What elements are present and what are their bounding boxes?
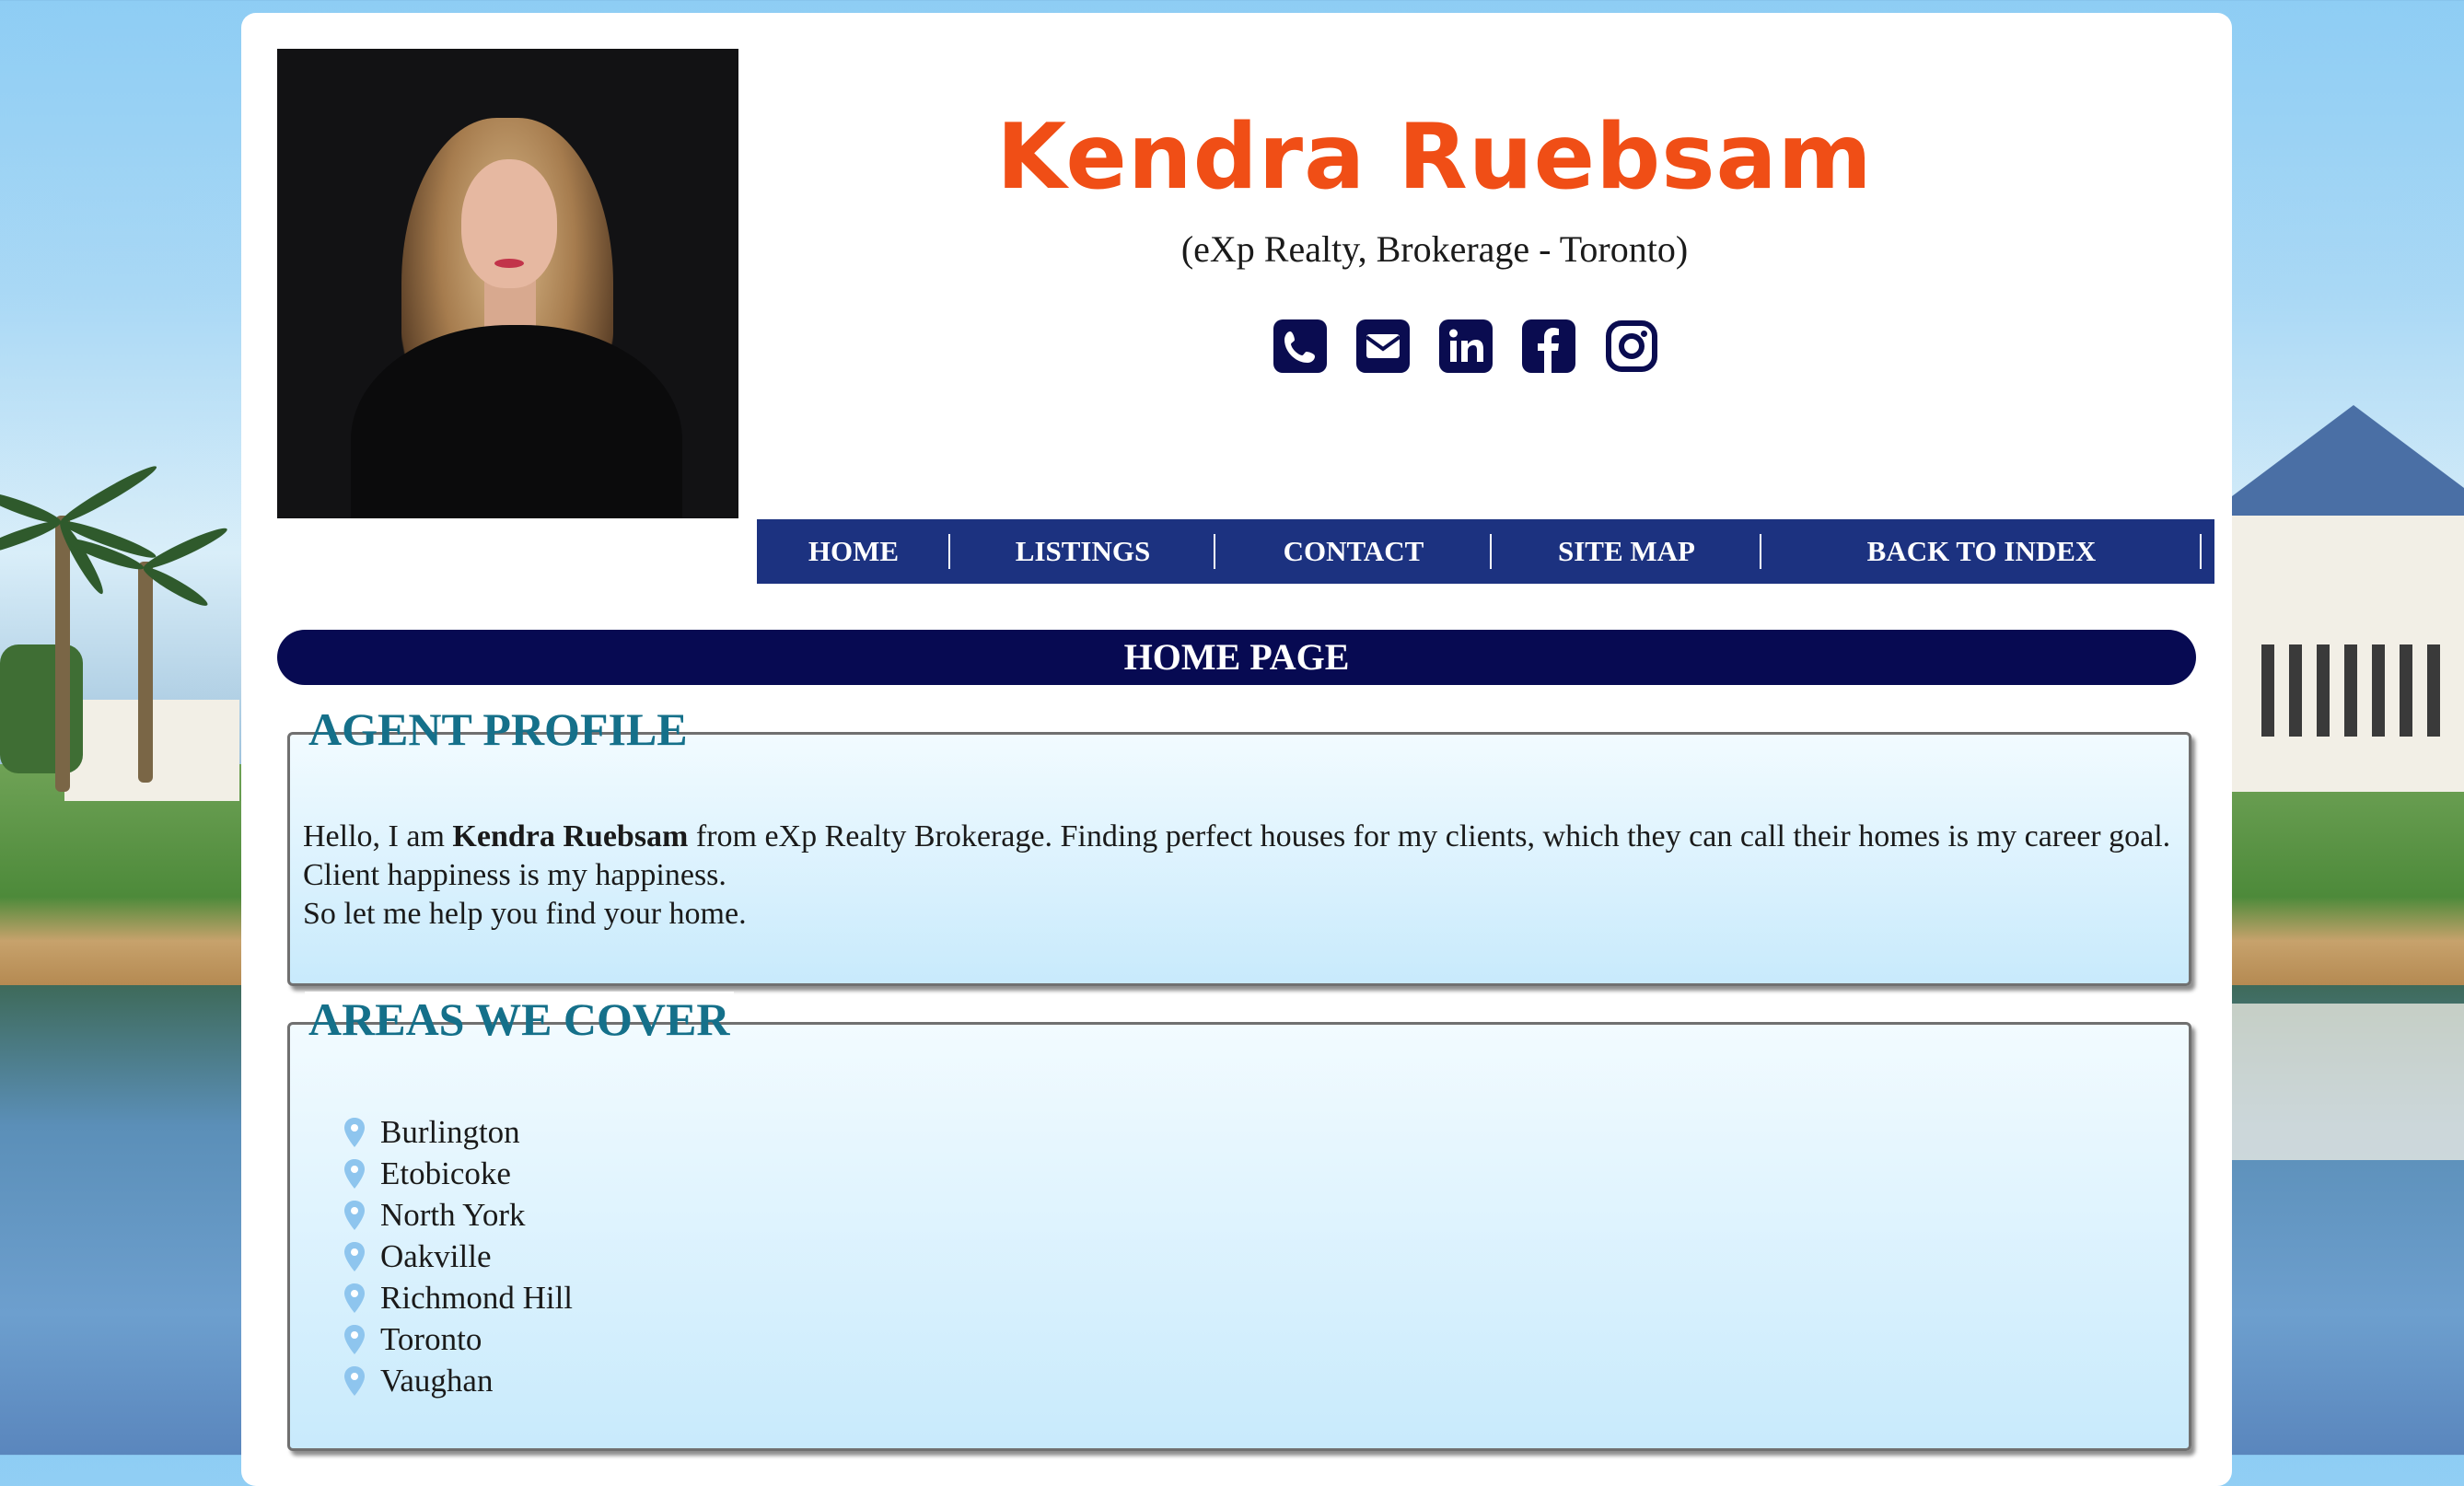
- areas-list: Burlington Etobicoke North York Oakville…: [343, 1111, 573, 1401]
- list-item: North York: [343, 1194, 573, 1236]
- nav-item-back-to-index[interactable]: BACK TO INDEX: [1761, 519, 2202, 584]
- nav-item-listings[interactable]: LISTINGS: [950, 519, 1215, 584]
- list-item: Burlington: [343, 1111, 573, 1153]
- map-pin-icon: [344, 1117, 365, 1147]
- nav-item-site-map[interactable]: SITE MAP: [1492, 519, 1761, 584]
- envelope-icon[interactable]: [1355, 319, 1411, 374]
- map-pin-icon: [344, 1283, 365, 1313]
- instagram-icon[interactable]: [1604, 319, 1659, 374]
- home-page-heading: HOME PAGE: [277, 630, 2196, 685]
- page-container: Kendra Ruebsam (eXp Realty, Brokerage - …: [241, 13, 2232, 1486]
- agent-profile-title: AGENT PROFILE: [305, 702, 692, 757]
- agent-photo: [277, 49, 738, 518]
- list-item: Toronto: [343, 1318, 573, 1360]
- list-item: Oakville: [343, 1236, 573, 1277]
- main-navigation: HOME LISTINGS CONTACT SITE MAP BACK TO I…: [757, 519, 2214, 584]
- list-item: Vaughan: [343, 1360, 573, 1401]
- background-scenery-left: [0, 0, 241, 1455]
- agent-brokerage: (eXp Realty, Brokerage - Toronto): [1180, 228, 1689, 270]
- list-item: Etobicoke: [343, 1153, 573, 1194]
- phone-icon[interactable]: [1273, 319, 1328, 374]
- agent-profile-text: Hello, I am Kendra Ruebsam from eXp Real…: [303, 819, 2171, 931]
- map-pin-icon: [344, 1158, 365, 1189]
- map-pin-icon: [344, 1365, 365, 1396]
- social-links: [1273, 319, 1659, 374]
- list-item: Richmond Hill: [343, 1277, 573, 1318]
- map-pin-icon: [344, 1324, 365, 1354]
- linkedin-icon[interactable]: [1438, 319, 1494, 374]
- areas-title: AREAS WE COVER: [305, 992, 734, 1047]
- facebook-icon[interactable]: [1521, 319, 1576, 374]
- agent-profile-section: AGENT PROFILE Hello, I am Kendra Ruebsam…: [287, 702, 2191, 986]
- background-scenery-right: [2225, 0, 2464, 1455]
- map-pin-icon: [344, 1241, 365, 1271]
- areas-section: AREAS WE COVER Burlington Etobicoke Nort…: [287, 992, 2191, 1451]
- agent-name: Kendra Ruebsam: [996, 105, 1873, 210]
- nav-item-contact[interactable]: CONTACT: [1215, 519, 1492, 584]
- nav-item-home[interactable]: HOME: [757, 519, 950, 584]
- map-pin-icon: [344, 1200, 365, 1230]
